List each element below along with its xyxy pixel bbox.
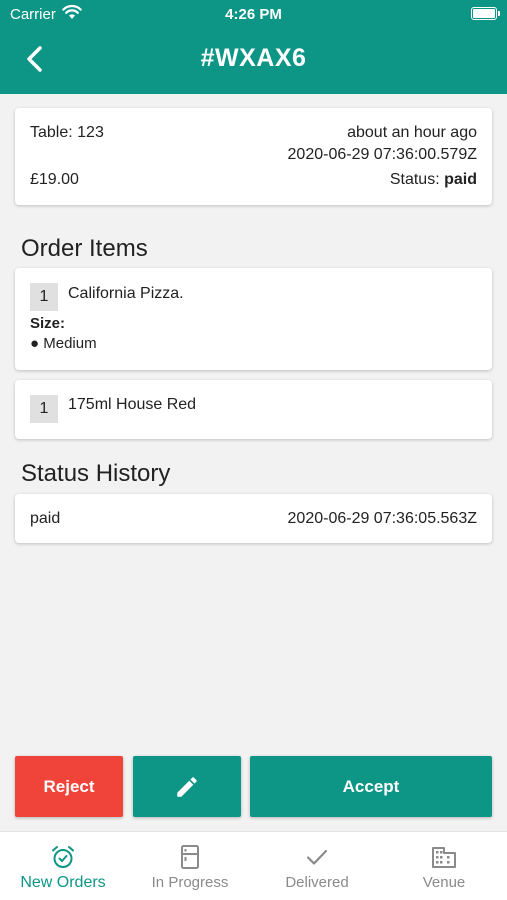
accept-button[interactable]: Accept [250, 756, 492, 817]
edit-button[interactable] [133, 756, 241, 817]
fridge-icon [181, 845, 199, 869]
item-name: 175ml House Red [68, 396, 197, 413]
relative-time: about an hour ago [347, 124, 477, 141]
reject-button[interactable]: Reject [15, 756, 123, 817]
item-option-value: ● Medium [30, 335, 97, 352]
back-button[interactable] [20, 42, 52, 76]
tab-delivered[interactable]: Delivered [254, 832, 380, 900]
check-icon [306, 849, 328, 865]
tab-venue[interactable]: Venue [381, 832, 507, 900]
status-label: Status: [389, 171, 440, 188]
tab-bar: New Orders In Progress Delivered Venue [0, 831, 507, 900]
order-total: £19.00 [30, 171, 79, 188]
app-header: Carrier 4:26 PM #WXAX6 [0, 0, 507, 94]
item-option-label: Size: [30, 315, 66, 332]
status-bar: Carrier 4:26 PM [0, 0, 507, 30]
chevron-left-icon [27, 46, 42, 72]
item-name: California Pizza. [68, 285, 184, 302]
order-item-card: 1 175ml House Red [15, 380, 492, 439]
building-icon [432, 847, 456, 868]
table-number: Table: 123 [30, 124, 104, 141]
tab-new-orders[interactable]: New Orders [0, 832, 126, 900]
tab-label: In Progress [151, 874, 229, 891]
item-quantity: 1 [30, 283, 58, 311]
pencil-icon [177, 776, 197, 797]
status-history-row: paid 2020-06-29 07:36:05.563Z [15, 494, 492, 543]
tab-label: New Orders [20, 874, 106, 891]
tab-in-progress[interactable]: In Progress [127, 832, 253, 900]
order-summary-card: Table: 123 about an hour ago 2020-06-29 … [15, 108, 492, 205]
tab-label: Venue [422, 874, 466, 891]
order-timestamp: 2020-06-29 07:36:00.579Z [287, 146, 477, 163]
status-history-heading: Status History [21, 460, 171, 487]
order-items-heading: Order Items [21, 235, 148, 262]
item-quantity: 1 [30, 395, 58, 423]
history-status: paid [30, 510, 61, 527]
tab-label: Delivered [285, 874, 349, 891]
order-item-card: 1 California Pizza. Size: ● Medium [15, 268, 492, 370]
page-title: #WXAX6 [200, 44, 307, 72]
clock-time: 4:26 PM [225, 6, 282, 23]
status-value: paid [444, 171, 477, 188]
alarm-clock-icon [52, 846, 74, 868]
order-status: Status: paid [390, 171, 477, 189]
battery-icon [471, 7, 500, 20]
history-timestamp: 2020-06-29 07:36:05.563Z [287, 510, 477, 527]
